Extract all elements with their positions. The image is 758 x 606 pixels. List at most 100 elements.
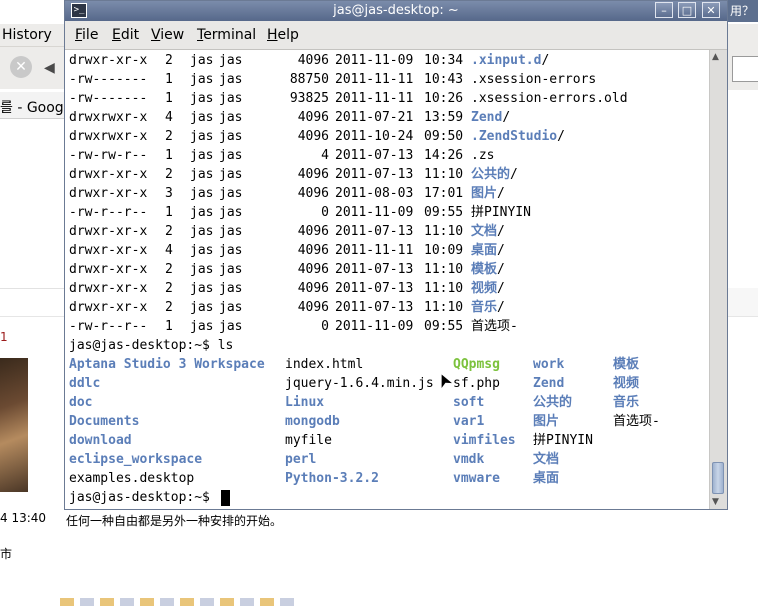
ls-entry[interactable]: perl [285, 450, 316, 469]
ls-entry[interactable]: Aptana Studio 3 Workspace [69, 355, 265, 374]
listing-row[interactable]: drwxr-xr-x 2 jas jas 4096 2011-11-09 10:34 .xin… [69, 51, 709, 70]
ls-entry[interactable]: work [533, 355, 564, 374]
terminal-output[interactable]: drwxr-xr-x 2 jas jas 4096 2011-11-09 10:34 .xin… [65, 50, 709, 509]
ls-entry[interactable]: Python-3.2.2 [285, 469, 379, 488]
menu-file[interactable]: File [75, 27, 98, 43]
ls-entry[interactable]: QQpmsg [453, 355, 500, 374]
file-permissions: drwxr-xr-x [69, 281, 148, 296]
bottom-toolbar-buttons[interactable] [60, 598, 300, 606]
ls-entry[interactable]: jquery-1.6.4.min.js [285, 374, 434, 393]
link-count: 1 [165, 319, 173, 334]
ls-entry[interactable]: Zend [533, 374, 564, 393]
ls-entry[interactable]: examples.desktop [69, 469, 194, 488]
ls-entry[interactable]: 文档 [533, 450, 559, 469]
listing-row[interactable]: -rw-rw-r-- 1 jas jas 4 2011-07-13 14:26 .zs [69, 146, 709, 165]
listing-row[interactable]: drwxrwxr-x 4 jas jas 4096 2011-07-21 13:59 Zend… [69, 108, 709, 127]
ls-entry[interactable]: eclipse_workspace [69, 450, 202, 469]
ls-entry[interactable]: ddlc [69, 374, 100, 393]
scroll-up-arrow-icon[interactable]: ▲ [712, 52, 719, 62]
link-count: 2 [165, 53, 173, 68]
minimize-button[interactable]: – [655, 2, 673, 18]
listing-row[interactable]: drwxr-xr-x 2 jas jas 4096 2011-07-13 11:10 文档/ [69, 222, 709, 241]
file-date: 2011-07-13 [335, 148, 414, 163]
menu-terminal[interactable]: Terminal [197, 27, 256, 43]
stop-icon[interactable]: ✕ [10, 56, 32, 78]
file-name: Zend/ [471, 110, 511, 125]
ls-entry[interactable]: 图片 [533, 412, 559, 431]
file-owner: jas [190, 262, 214, 277]
ls-entry[interactable]: doc [69, 393, 92, 412]
listing-row[interactable]: drwxr-xr-x 3 jas jas 4096 2011-08-03 17:01 图片/ [69, 184, 709, 203]
ls-entry[interactable]: index.html [285, 355, 363, 374]
ls-entry[interactable]: Linux [285, 393, 324, 412]
terminal-scrollbar[interactable]: ▲ ▼ [709, 50, 727, 509]
menu-help[interactable]: Help [267, 27, 299, 43]
file-time: 10:34 [424, 53, 464, 68]
file-time: 09:55 [424, 319, 464, 334]
listing-row[interactable]: drwxr-xr-x 2 jas jas 4096 2011-07-13 11:10 视频/ [69, 279, 709, 298]
file-time: 11:10 [424, 262, 464, 277]
terminal-titlebar[interactable]: >_ jas@jas-desktop: ~ – □ ✕ [65, 1, 727, 21]
file-date: 2011-07-13 [335, 262, 414, 277]
ls-entry[interactable]: 视频 [613, 374, 639, 393]
menu-history[interactable]: History [2, 27, 52, 43]
ls-entry[interactable]: sf.php [453, 374, 500, 393]
url-input[interactable] [732, 56, 758, 82]
file-name: 首选项- [471, 319, 518, 334]
ls-entry[interactable]: mongodb [285, 412, 340, 431]
file-date: 2011-11-09 [335, 53, 414, 68]
listing-row[interactable]: -rw-r--r-- 1 jas jas 0 2011-11-09 09:55 首选项- [69, 317, 709, 336]
listing-row[interactable]: drwxr-xr-x 4 jas jas 4096 2011-11-11 10:09 桌面/ [69, 241, 709, 260]
ls-entry[interactable]: 桌面 [533, 469, 559, 488]
link-count: 2 [165, 129, 173, 144]
listing-row[interactable]: -rw------- 1 jas jas 88750 2011-11-11 10:43 .xs… [69, 70, 709, 89]
ls-entry[interactable]: 音乐 [613, 393, 639, 412]
ls-entry[interactable]: vmware [453, 469, 500, 488]
file-owner: jas [190, 148, 214, 163]
post-time: 4 13:40 [0, 511, 47, 525]
file-size: 4 [321, 148, 329, 163]
file-group: jas [219, 319, 243, 334]
ls-entry[interactable]: myfile [285, 431, 332, 450]
file-date: 2011-07-13 [335, 300, 414, 315]
avatar-photo[interactable] [0, 358, 28, 492]
ls-entry[interactable]: vimfiles [453, 431, 516, 450]
dir-suffix: / [557, 129, 565, 144]
content-side-panel [726, 288, 758, 316]
ls-entry[interactable]: 公共的 [533, 393, 572, 412]
file-name: 音乐/ [471, 300, 505, 315]
link-count: 2 [165, 281, 173, 296]
file-group: jas [219, 300, 243, 315]
listing-row[interactable]: drwxr-xr-x 2 jas jas 4096 2011-07-13 11:10 音乐/ [69, 298, 709, 317]
file-owner: jas [190, 53, 214, 68]
listing-row[interactable]: drwxr-xr-x 2 jas jas 4096 2011-07-13 11:10 公共的/ [69, 165, 709, 184]
scroll-down-arrow-icon[interactable]: ▼ [712, 497, 719, 507]
scroll-thumb[interactable] [712, 462, 724, 494]
listing-row[interactable]: -rw-r--r-- 1 jas jas 0 2011-11-09 09:55 拼PINYIN [69, 203, 709, 222]
ls-entry[interactable]: soft [453, 393, 484, 412]
ls-entry[interactable]: 首选项- [613, 412, 660, 431]
file-permissions: -rw------- [69, 72, 148, 87]
listing-row[interactable]: -rw------- 1 jas jas 93825 2011-11-11 10:26 .xs… [69, 89, 709, 108]
ls-entry[interactable]: vmdk [453, 450, 484, 469]
shell-prompt-current[interactable]: jas@jas-desktop:~$ [69, 488, 218, 507]
maximize-button[interactable]: □ [678, 2, 696, 18]
ls-entry[interactable]: 拼PINYIN [533, 431, 593, 450]
close-button[interactable]: ✕ [702, 2, 720, 18]
ls-entry[interactable]: Documents [69, 412, 139, 431]
listing-row[interactable]: drwxrwxr-x 2 jas jas 4096 2011-10-24 09:50 .Zen… [69, 127, 709, 146]
ls-entry[interactable]: 模板 [613, 355, 639, 374]
file-date: 2011-11-09 [335, 205, 414, 220]
ls-entry[interactable]: download [69, 431, 132, 450]
ls-entry[interactable]: var1 [453, 412, 484, 431]
file-permissions: drwxrwxr-x [69, 129, 148, 144]
file-name: 公共的/ [471, 167, 518, 182]
listing-row[interactable]: drwxr-xr-x 2 jas jas 4096 2011-07-13 11:10 模板/ [69, 260, 709, 279]
link-count: 4 [165, 243, 173, 258]
dir-suffix: / [497, 300, 505, 315]
file-size: 4096 [297, 167, 329, 182]
menu-view[interactable]: View [151, 27, 184, 43]
menu-edit[interactable]: Edit [112, 27, 139, 43]
file-size: 93825 [289, 91, 329, 106]
back-arrow-icon[interactable]: ◀ [44, 60, 55, 76]
